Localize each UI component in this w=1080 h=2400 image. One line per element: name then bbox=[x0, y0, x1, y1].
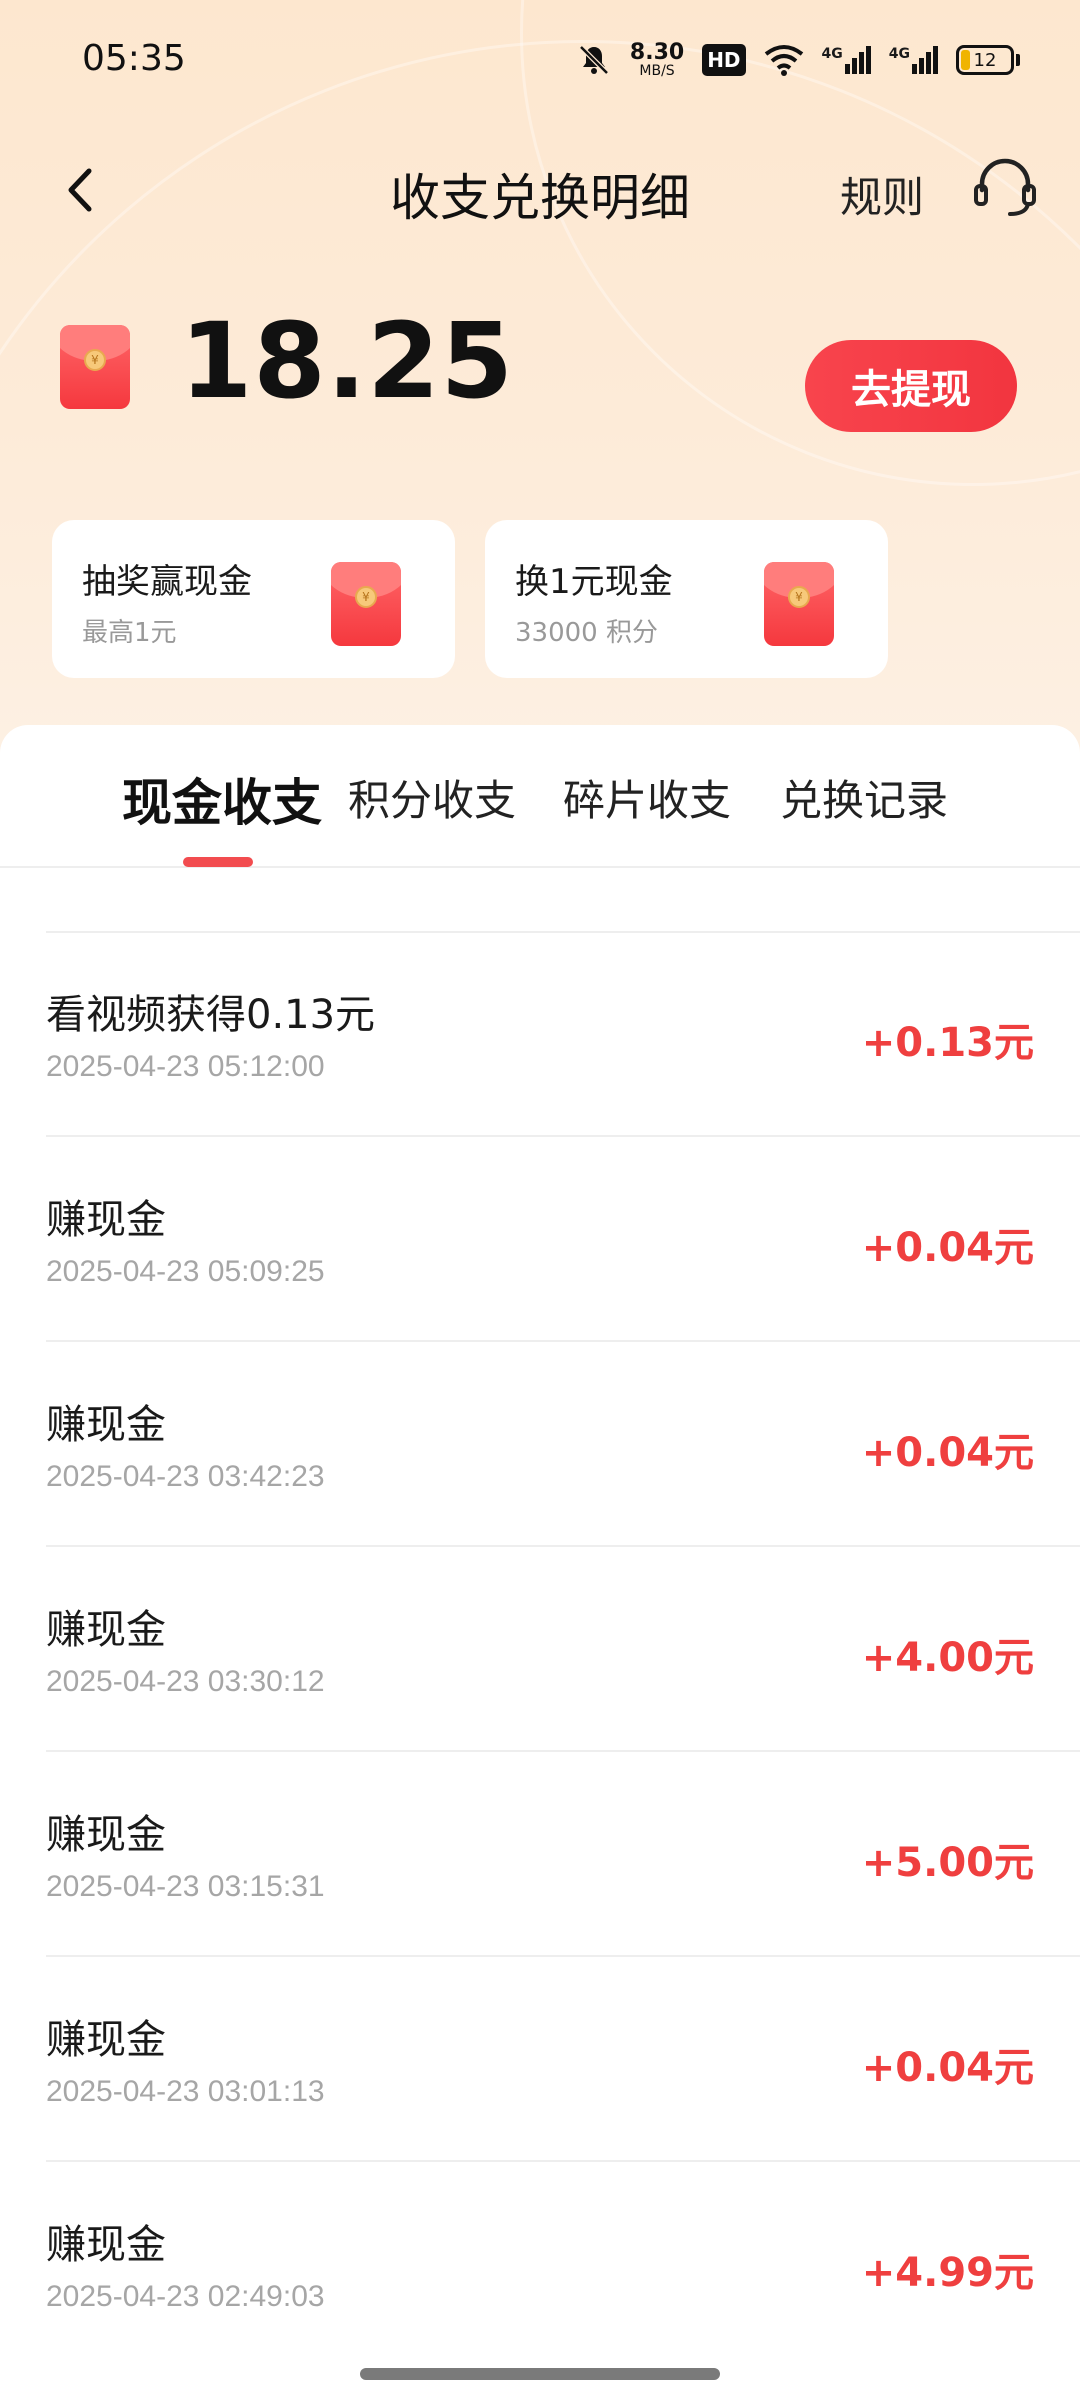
net-speed-value: 8.30 bbox=[629, 40, 685, 65]
transaction-row: 赚现金 2025-04-23 03:01:13 +0.04元 bbox=[0, 1957, 1080, 2162]
transaction-row: 看视频获得0.13元 2025-04-23 05:12:00 +0.13元 bbox=[0, 932, 1080, 1137]
red-packet-icon: ¥ bbox=[60, 325, 130, 409]
transaction-amount: +0.04元 bbox=[861, 2045, 1034, 2091]
transaction-time: 2025-04-23 03:42:23 bbox=[46, 1460, 325, 1493]
transaction-title: 看视频获得0.13元 bbox=[46, 992, 376, 1038]
transaction-time: 2025-04-23 05:12:00 bbox=[46, 1050, 325, 1083]
tab-bar: 现金收支 积分收支 碎片收支 兑换记录 bbox=[0, 725, 1080, 868]
promo-card-exchange[interactable]: 换1元现金 33000 积分 ¥ bbox=[485, 520, 888, 678]
page-header: 收支兑换明细 规则 bbox=[0, 130, 1080, 250]
transaction-row: 赚现金 2025-04-23 03:42:23 +0.04元 bbox=[0, 1342, 1080, 1547]
signal-label-1: 4G bbox=[821, 46, 843, 62]
withdraw-button[interactable]: 去提现 bbox=[805, 340, 1017, 432]
transaction-title: 赚现金 bbox=[46, 1197, 166, 1243]
transaction-amount: +4.99元 bbox=[861, 2250, 1034, 2296]
transaction-time: 2025-04-23 05:09:25 bbox=[46, 1255, 325, 1288]
promo-subtitle: 33000 积分 bbox=[515, 618, 658, 648]
active-tab-indicator bbox=[183, 857, 253, 867]
home-indicator[interactable] bbox=[360, 2368, 720, 2380]
net-speed-unit: MB/S bbox=[639, 63, 675, 79]
transaction-title: 赚现金 bbox=[46, 2017, 166, 2063]
transaction-title: 赚现金 bbox=[46, 1402, 166, 1448]
signal-icon: 4G bbox=[822, 46, 871, 74]
tab-points[interactable]: 积分收支 bbox=[348, 767, 516, 828]
headset-icon bbox=[974, 158, 1036, 216]
tab-cash[interactable]: 现金收支 bbox=[122, 763, 322, 835]
transactions-panel: 现金收支 积分收支 碎片收支 兑换记录 看视频获得0.13元 2025-04-2… bbox=[0, 725, 1080, 2400]
transaction-amount: +0.04元 bbox=[861, 1225, 1034, 1271]
transaction-amount: +0.04元 bbox=[861, 1430, 1034, 1476]
transaction-time: 2025-04-23 02:49:03 bbox=[46, 2280, 325, 2313]
transaction-time: 2025-04-23 03:15:31 bbox=[46, 1870, 325, 1903]
status-bar: 05:35 8.30 MB/S HD 4G 4G 12 bbox=[0, 0, 1080, 120]
transaction-row: 赚现金 2025-04-23 03:30:12 +4.00元 bbox=[0, 1547, 1080, 1752]
transaction-row: 赚现金 2025-04-23 05:09:25 +0.04元 bbox=[0, 1137, 1080, 1342]
promo-card-lottery[interactable]: 抽奖赢现金 最高1元 ¥ bbox=[52, 520, 455, 678]
status-time: 05:35 bbox=[82, 38, 186, 79]
transaction-time: 2025-04-23 03:01:13 bbox=[46, 2075, 325, 2108]
tab-fragments[interactable]: 碎片收支 bbox=[563, 767, 731, 828]
transaction-title: 赚现金 bbox=[46, 1607, 166, 1653]
rules-link[interactable]: 规则 bbox=[840, 164, 924, 225]
tab-exchange-records[interactable]: 兑换记录 bbox=[780, 767, 948, 828]
transaction-title: 赚现金 bbox=[46, 2222, 166, 2268]
transaction-time: 2025-04-23 03:30:12 bbox=[46, 1665, 325, 1698]
hd-badge: HD bbox=[702, 44, 746, 76]
wifi-icon bbox=[764, 45, 803, 76]
transaction-amount: +0.13元 bbox=[861, 1020, 1034, 1066]
battery-level: 12 bbox=[973, 49, 997, 71]
red-packet-icon: ¥ bbox=[331, 562, 401, 646]
transaction-amount: +4.00元 bbox=[861, 1635, 1034, 1681]
transaction-title: 赚现金 bbox=[46, 1812, 166, 1858]
transaction-row: 赚现金 2025-04-23 02:49:03 +4.99元 bbox=[0, 2162, 1080, 2369]
promo-title: 换1元现金 bbox=[515, 562, 673, 602]
transaction-amount: +5.00元 bbox=[861, 1840, 1034, 1886]
transaction-row: 赚现金 2025-04-23 03:15:31 +5.00元 bbox=[0, 1752, 1080, 1957]
promo-title: 抽奖赢现金 bbox=[82, 562, 252, 602]
battery-icon: 12 bbox=[956, 45, 1020, 75]
balance-amount: 18.25 bbox=[180, 300, 514, 422]
customer-service-button[interactable] bbox=[970, 152, 1040, 222]
status-icons: 8.30 MB/S HD 4G 4G 12 bbox=[576, 40, 1020, 80]
signal-label-2: 4G bbox=[888, 46, 910, 62]
signal-icon-2: 4G bbox=[889, 46, 938, 74]
red-packet-icon: ¥ bbox=[764, 562, 834, 646]
promo-subtitle: 最高1元 bbox=[82, 618, 177, 648]
transaction-list: 看视频获得0.13元 2025-04-23 05:12:00 +0.13元 赚现… bbox=[0, 932, 1080, 2369]
mute-bell-icon bbox=[579, 45, 609, 75]
net-speed: 8.30 MB/S bbox=[629, 40, 685, 79]
